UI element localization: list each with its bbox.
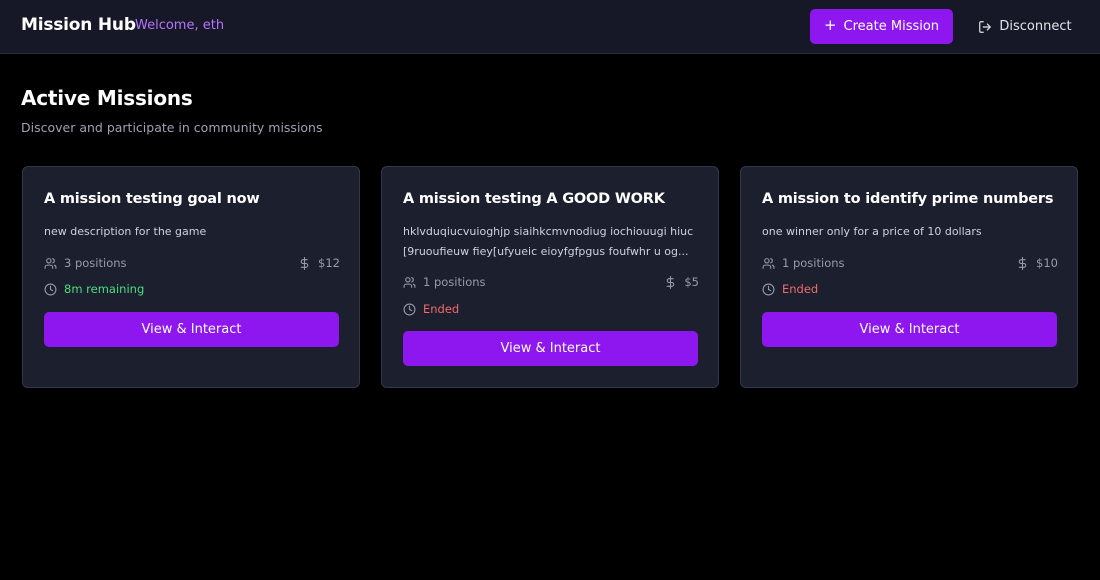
reward-amount: $10 <box>1036 256 1058 270</box>
clock-icon <box>44 283 57 295</box>
mission-description: new description for the game <box>44 225 207 238</box>
status-text: Ended <box>782 282 819 296</box>
mission-title: A mission to identify prime numbers <box>762 191 1054 207</box>
clock-icon <box>403 303 416 315</box>
reward-amount: $12 <box>318 256 340 270</box>
positions-count: 1 positions <box>782 256 845 270</box>
mission-description: hklvduqiucvuioghjp siaihkcmvnodiug iochi… <box>403 225 694 258</box>
view-interact-button[interactable]: View & Interact <box>403 331 698 366</box>
app-brand[interactable]: Mission Hub <box>21 15 136 35</box>
positions-count: 3 positions <box>64 256 127 270</box>
mission-card: A mission testing A GOOD WORK hklvduqiuc… <box>381 166 719 388</box>
view-interact-button[interactable]: View & Interact <box>762 312 1057 347</box>
create-mission-button[interactable]: + Create Mission <box>810 9 953 44</box>
disconnect-button[interactable]: Disconnect <box>970 9 1080 44</box>
mission-status: Ended <box>762 280 818 298</box>
mission-card: A mission to identify prime numbers one … <box>740 166 1078 388</box>
create-mission-label: Create Mission <box>843 19 940 34</box>
top-navbar: Mission Hub Welcome, eth + Create Missio… <box>0 0 1100 54</box>
mission-meta: 1 positions $10 <box>762 254 1058 272</box>
mission-title: A mission testing A GOOD WORK <box>403 191 665 207</box>
dollar-icon <box>1018 256 1027 270</box>
dollar-icon <box>667 275 675 289</box>
users-icon <box>44 257 57 269</box>
reward-amount: $5 <box>684 275 699 289</box>
mission-meta: 3 positions $12 <box>44 254 340 272</box>
mission-status: Ended <box>403 300 459 318</box>
mission-card: A mission testing goal now new descripti… <box>22 166 360 388</box>
page-title: Active Missions <box>21 86 193 110</box>
dollar-icon <box>300 256 309 270</box>
positions-count: 1 positions <box>423 275 486 289</box>
logout-icon <box>979 20 992 33</box>
disconnect-label: Disconnect <box>999 19 1072 34</box>
status-text: Ended <box>423 302 460 316</box>
users-icon <box>403 276 416 288</box>
mission-status: 8m remaining <box>44 280 144 298</box>
view-interact-button[interactable]: View & Interact <box>44 312 339 347</box>
mission-meta: 1 positions $5 <box>403 273 699 291</box>
welcome-text: Welcome, eth <box>135 18 225 33</box>
mission-description: one winner only for a price of 10 dollar… <box>762 225 982 238</box>
mission-title: A mission testing goal now <box>44 191 260 207</box>
status-text: 8m remaining <box>64 282 145 296</box>
page-subtitle: Discover and participate in community mi… <box>21 120 323 135</box>
clock-icon <box>762 283 775 295</box>
users-icon <box>762 257 775 269</box>
plus-icon: + <box>823 16 837 34</box>
